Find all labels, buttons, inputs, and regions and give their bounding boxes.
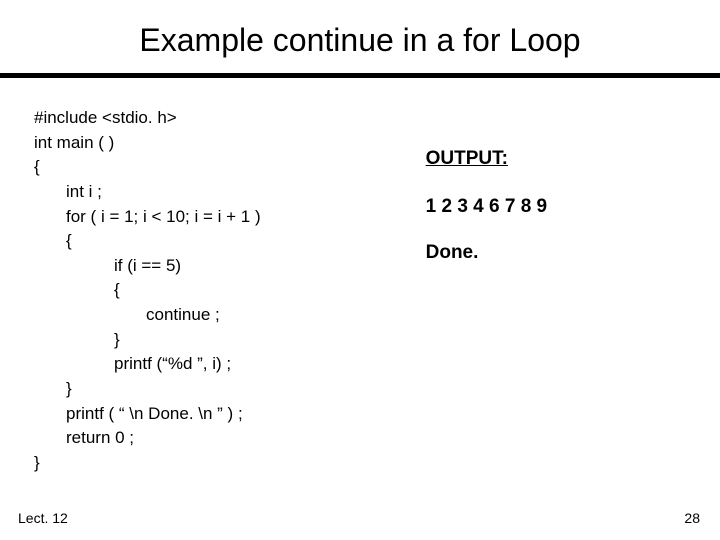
code-line: #include <stdio. h>: [34, 106, 416, 131]
code-line: {: [34, 229, 416, 254]
code-column: #include <stdio. h> int main ( ) { int i…: [34, 106, 416, 476]
title-rule: [0, 73, 720, 78]
output-line: 1 2 3 4 6 7 8 9: [426, 196, 692, 218]
code-line: if (i == 5): [34, 254, 416, 279]
code-line: }: [34, 377, 416, 402]
slide-title: Example continue in a for Loop: [0, 0, 720, 73]
footer-lecture: Lect. 12: [18, 510, 68, 526]
code-line: {: [34, 155, 416, 180]
code-line: }: [34, 451, 416, 476]
output-line: Done.: [426, 242, 692, 264]
slide-body: #include <stdio. h> int main ( ) { int i…: [0, 106, 720, 476]
output-label: OUTPUT:: [426, 148, 692, 170]
code-line: {: [34, 278, 416, 303]
footer-page-number: 28: [684, 510, 700, 526]
code-line: for ( i = 1; i < 10; i = i + 1 ): [34, 205, 416, 230]
code-line: int main ( ): [34, 131, 416, 156]
code-line: printf (“%d ”, i) ;: [34, 352, 416, 377]
output-column: OUTPUT: 1 2 3 4 6 7 8 9 Done.: [416, 106, 692, 476]
code-line: }: [34, 328, 416, 353]
code-line: int i ;: [34, 180, 416, 205]
code-line: return 0 ;: [34, 426, 416, 451]
code-line: printf ( “ \n Done. \n ” ) ;: [34, 402, 416, 427]
slide: Example continue in a for Loop #include …: [0, 0, 720, 540]
code-line: continue ;: [34, 303, 416, 328]
